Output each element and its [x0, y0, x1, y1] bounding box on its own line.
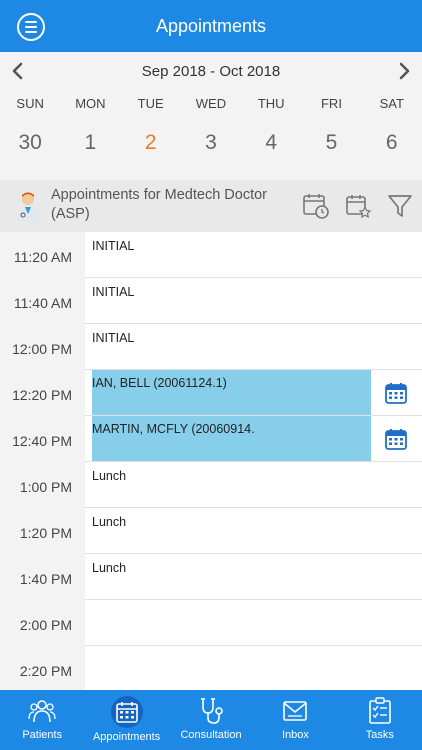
weekday-row: SUN MON TUE WED THU FRI SAT [0, 90, 422, 118]
app-header: Appointments [0, 0, 422, 52]
tasks-icon [365, 696, 395, 726]
weekday-label: WED [195, 96, 227, 111]
weekday-label: SUN [16, 96, 44, 111]
slot-time: 2:00 PM [0, 600, 85, 646]
slot-cell[interactable]: Lunch [85, 508, 422, 554]
nav-label: Inbox [281, 729, 309, 741]
weekday-label: TUE [137, 96, 164, 111]
time-slot[interactable]: 1:00 PM Lunch [0, 462, 422, 508]
slot-cell[interactable]: INITIAL [85, 232, 422, 278]
weekday-label: MON [75, 96, 106, 111]
slot-time: 12:00 PM [0, 324, 85, 370]
next-week-icon[interactable] [394, 61, 414, 81]
inbox-icon [280, 696, 310, 726]
slot-cell[interactable]: Lunch [85, 554, 422, 600]
schedule-list: 11:20 AM INITIAL 11:40 AM INITIAL 12:00 … [0, 232, 422, 690]
nav-tasks[interactable]: Tasks [338, 690, 422, 750]
nav-label: Tasks [365, 729, 394, 741]
nav-label: Consultation [180, 729, 242, 741]
slot-text: Lunch [92, 561, 127, 575]
filter-icon[interactable] [386, 192, 414, 220]
slot-cell[interactable] [85, 646, 422, 690]
date-cell[interactable]: 4 [241, 118, 301, 180]
previous-week-icon[interactable] [8, 61, 28, 81]
slot-time: 12:40 PM [0, 416, 85, 462]
time-slot[interactable]: 11:20 AM INITIAL [0, 232, 422, 278]
nav-inbox[interactable]: Inbox [253, 690, 337, 750]
month-range-label: Sep 2018 - Oct 2018 [141, 62, 281, 80]
slot-time: 11:20 AM [0, 232, 85, 278]
time-slot[interactable]: 1:40 PM Lunch [0, 554, 422, 600]
appointments-icon [110, 696, 143, 728]
week-calendar: Sep 2018 - Oct 2018 SUN MON TUE WED THU … [0, 52, 422, 180]
nav-label: Appointments [92, 731, 161, 743]
slot-text: INITIAL [92, 331, 135, 345]
slot-time: 1:40 PM [0, 554, 85, 600]
menu-button[interactable] [17, 13, 45, 41]
menu-icon-line [25, 21, 37, 23]
slot-time: 11:40 AM [0, 278, 85, 324]
weekday-label: THU [257, 96, 285, 111]
calendar-icon[interactable] [384, 381, 408, 405]
slot-time: 12:20 PM [0, 370, 85, 416]
slot-cell[interactable] [85, 600, 422, 646]
weekday-label: SAT [379, 96, 404, 111]
time-slot[interactable]: 12:20 PM IAN, BELL (20061124.1) [0, 370, 422, 416]
appointment-cell[interactable]: MARTIN, MCFLY (20060914. [85, 416, 422, 462]
calendar-icon[interactable] [384, 427, 408, 451]
slot-text: Lunch [92, 469, 127, 483]
nav-label: Patients [22, 729, 63, 741]
calendar-clock-icon[interactable] [302, 192, 330, 220]
slot-text: INITIAL [92, 285, 135, 299]
date-cell-selected[interactable]: 2 [121, 118, 181, 180]
date-cell[interactable]: 1 [60, 118, 120, 180]
nav-consultation[interactable]: Consultation [169, 690, 253, 750]
page-title: Appointments [155, 15, 267, 36]
patients-icon [27, 696, 57, 726]
slot-cell[interactable]: Lunch [85, 462, 422, 508]
time-slot[interactable]: 12:40 PM MARTIN, MCFLY (20060914. [0, 416, 422, 462]
menu-icon-line [25, 26, 37, 28]
date-cell[interactable]: 3 [181, 118, 241, 180]
weekday-label: FRI [320, 96, 342, 111]
slot-cell[interactable]: INITIAL [85, 324, 422, 370]
date-row: 30 1 2 3 4 5 6 [0, 118, 422, 180]
time-slot[interactable]: 2:20 PM [0, 646, 422, 690]
date-cell[interactable]: 5 [301, 118, 361, 180]
time-slot[interactable]: 1:20 PM Lunch [0, 508, 422, 554]
menu-icon-line [25, 31, 37, 33]
patient-name: IAN, BELL (20061124.1) [92, 376, 227, 390]
time-slot[interactable]: 2:00 PM [0, 600, 422, 646]
slot-time: 1:20 PM [0, 508, 85, 554]
calendar-star-icon[interactable] [344, 192, 372, 220]
slot-time: 1:00 PM [0, 462, 85, 508]
stethoscope-icon [196, 696, 226, 726]
time-slot[interactable]: 12:00 PM INITIAL [0, 324, 422, 370]
slot-time: 2:20 PM [0, 646, 85, 690]
nav-appointments[interactable]: Appointments [84, 690, 168, 750]
date-cell[interactable]: 30 [0, 118, 60, 180]
patient-name: MARTIN, MCFLY (20060914. [92, 422, 255, 436]
doctor-avatar-icon [17, 192, 39, 221]
date-cell[interactable]: 6 [362, 118, 422, 180]
slot-text: INITIAL [92, 239, 135, 253]
provider-name: Appointments for Medtech Doctor (ASP) [51, 187, 267, 222]
time-slot[interactable]: 11:40 AM INITIAL [0, 278, 422, 324]
month-row: Sep 2018 - Oct 2018 [0, 52, 422, 90]
slot-text: Lunch [92, 515, 127, 529]
bottom-navigation: Patients Appointments Consultation Inbox… [0, 690, 422, 750]
slot-cell[interactable]: INITIAL [85, 278, 422, 324]
appointment-cell[interactable]: IAN, BELL (20061124.1) [85, 370, 422, 416]
nav-patients[interactable]: Patients [0, 690, 84, 750]
provider-bar: Appointments for Medtech Doctor (ASP) [0, 180, 422, 232]
